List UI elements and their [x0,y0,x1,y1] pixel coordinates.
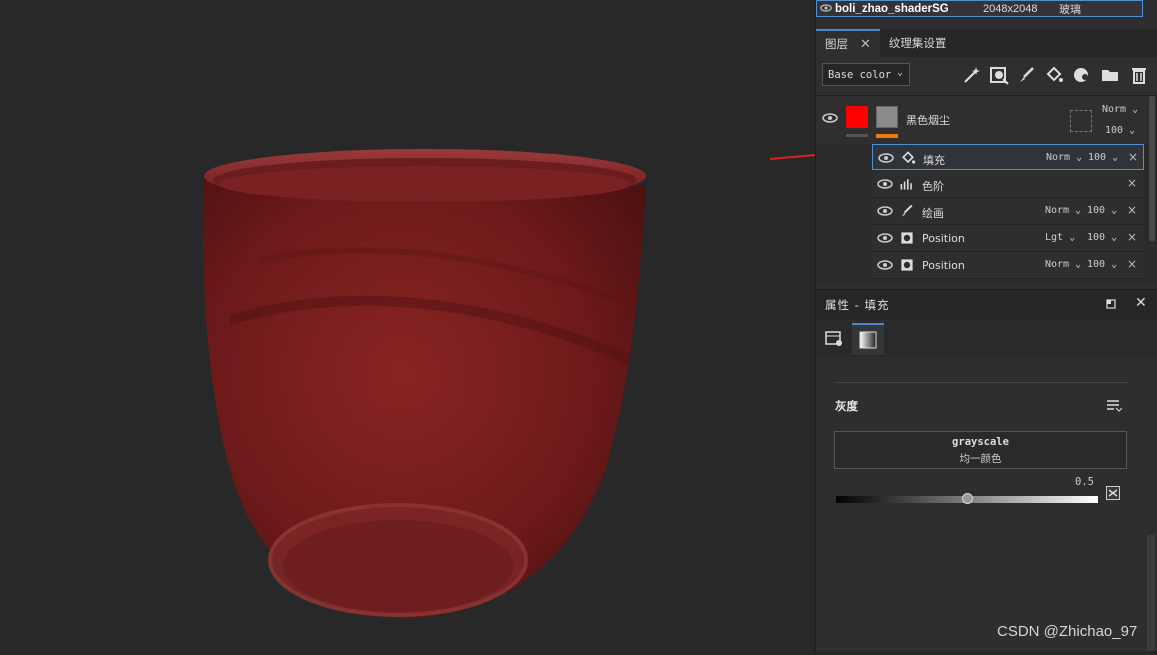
layer-toolbar: Base color ⌄ [816,57,1157,96]
layer-blend-mode[interactable]: Norm ⌄ [1045,259,1081,270]
paint-brush-icon [901,204,913,217]
undock-icon[interactable] [1106,299,1116,309]
randomize-icon[interactable] [1106,486,1120,500]
close-icon[interactable]: × [1127,230,1137,244]
properties-tabs [816,321,1157,357]
settings-grid-icon [825,331,842,346]
layers-scrollbar[interactable] [1149,96,1155,241]
layer-mask-thumbnail[interactable] [876,106,898,128]
magic-wand-icon[interactable] [962,65,982,85]
generator-icon [901,259,913,271]
texture-set-material: 玻璃 [1059,2,1081,16]
paint-brush-icon[interactable] [1017,65,1037,85]
layer-opacity[interactable]: 100 ⌄ [1087,259,1117,270]
panel-tabs: 图层 ✕ 纹理集设置 [816,29,1157,57]
texture-set-resolution: 2048x2048 [983,2,1038,15]
grayscale-section-title: 灰度 [835,399,858,413]
tab-layers[interactable]: 图层 ✕ [816,29,880,57]
close-icon[interactable]: × [1128,150,1138,164]
visibility-eye-icon[interactable] [877,233,893,243]
visibility-eye-icon[interactable] [877,179,893,189]
group-blend-mode[interactable]: Norm ⌄ [1102,104,1138,115]
tab-material[interactable] [852,323,884,355]
layer-group-name: 黑色烟尘 [906,114,950,127]
close-icon[interactable]: × [1127,203,1137,217]
layer-row-position-1[interactable]: Position Lgt ⌄ 100 ⌄ × [872,225,1144,252]
watermark: CSDN @Zhichao_97 [997,623,1138,640]
channel-select-value: Base color [828,68,892,81]
channel-select[interactable]: Base color ⌄ [822,63,910,86]
layer-blend-mode[interactable]: Norm ⌄ [1045,205,1081,216]
mask-indicator-bar [876,134,898,138]
group-opacity[interactable]: 100 ⌄ [1105,125,1135,136]
layer-row-position-2[interactable]: Position Norm ⌄ 100 ⌄ × [872,252,1144,279]
empty-mask-slot[interactable] [1070,110,1092,132]
close-icon[interactable]: ✕ [1135,295,1147,311]
properties-title: 属性 - 填充 [825,298,890,312]
layer-row-levels[interactable]: 色阶 × [872,171,1144,198]
slider-handle[interactable] [962,493,973,504]
panel-scrollbar[interactable] [1147,535,1155,651]
layer-opacity[interactable]: 100 ⌄ [1088,152,1118,163]
layer-row-fill[interactable]: 填充 Norm ⌄ 100 ⌄ × [872,144,1144,170]
layer-opacity[interactable]: 100 ⌄ [1087,205,1117,216]
levels-icon [900,179,912,190]
layer-label: Position [922,259,965,272]
layer-row-paint[interactable]: 绘画 Norm ⌄ 100 ⌄ × [872,198,1144,225]
tab-fill-settings[interactable] [818,323,850,355]
divider [834,382,1128,383]
layer-blend-mode[interactable]: Norm ⌄ [1046,152,1082,163]
generator-icon [901,232,913,244]
layer-label: 色阶 [922,180,944,193]
gradient-swatch-icon [859,331,877,349]
close-icon[interactable]: × [1127,257,1137,271]
tab-layers-label: 图层 [825,37,848,51]
properties-header: 属性 - 填充 ✕ [816,289,1157,320]
slider-value[interactable]: 0.5 [1075,476,1094,488]
swatch-divider [846,134,868,137]
input-name: grayscale [952,436,1009,448]
texture-set-name: boli_zhao_shaderSG [835,2,949,15]
visibility-eye-icon[interactable] [817,2,835,15]
texture-set-row[interactable]: boli_zhao_shaderSG 2048x2048 玻璃 [816,0,1143,17]
visibility-eye-icon[interactable] [877,260,893,270]
color-picker-icon[interactable] [1072,65,1092,85]
3d-viewport[interactable] [0,0,871,651]
visibility-eye-icon[interactable] [877,206,893,216]
layer-blend-mode[interactable]: Lgt ⌄ [1045,232,1075,243]
layer-label: 绘画 [922,207,944,220]
layer-opacity[interactable]: 100 ⌄ [1087,232,1117,243]
layer-label: Position [922,232,965,245]
close-icon[interactable]: ✕ [860,37,871,52]
visibility-eye-icon[interactable] [822,113,838,123]
chevron-down-icon: ⌄ [896,67,903,78]
fill-bucket-icon[interactable] [1044,65,1064,85]
layer-color-swatch[interactable] [846,106,868,128]
layer-label: 填充 [923,154,945,167]
close-icon[interactable]: × [1127,176,1137,190]
layer-stack: 黑色烟尘 Norm ⌄ 100 ⌄ 填充 Norm ⌄ 100 ⌄ × 色阶 × [816,96,1157,282]
grayscale-input-box[interactable]: grayscale 均一颜色 [834,431,1127,469]
fill-bucket-icon [902,151,916,164]
layer-group-row[interactable]: 黑色烟尘 Norm ⌄ 100 ⌄ [816,96,1148,144]
trash-icon[interactable] [1129,65,1149,85]
visibility-eye-icon[interactable] [878,153,894,163]
input-type: 均一颜色 [959,453,1002,465]
folder-icon[interactable] [1100,65,1120,85]
properties-body: 灰度 grayscale 均一颜色 0.5 [816,357,1157,651]
tab-texture-set-label: 纹理集设置 [888,36,947,50]
menu-icon[interactable] [1106,399,1122,413]
cup-model [202,149,647,618]
mask-icon[interactable] [989,65,1009,85]
tab-texture-set-settings[interactable]: 纹理集设置 [880,29,956,57]
